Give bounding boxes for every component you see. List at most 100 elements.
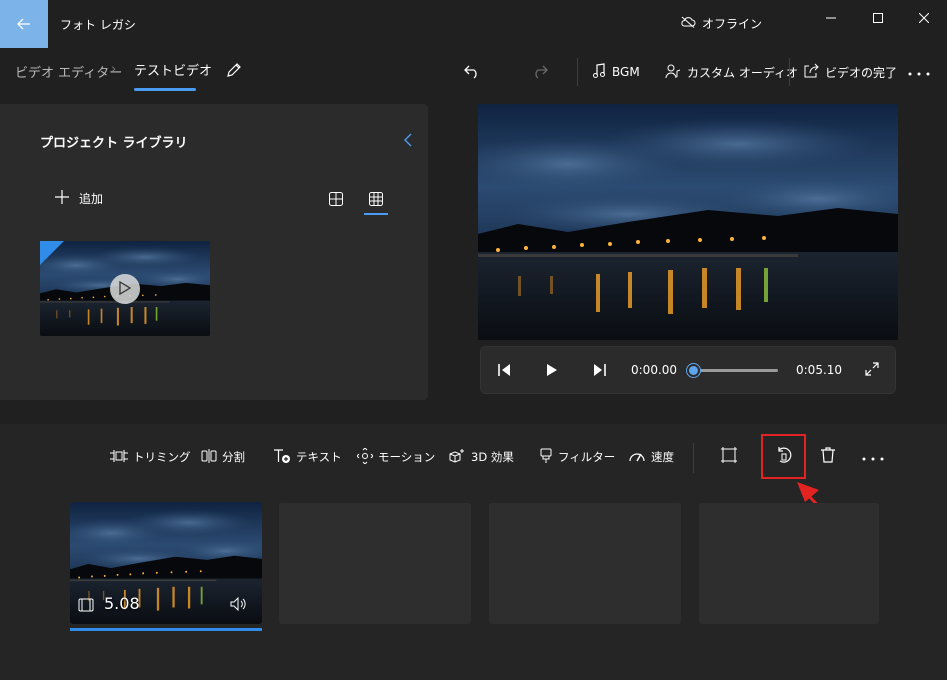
offline-status[interactable]: オフライン bbox=[680, 15, 762, 32]
custom-audio-button[interactable]: カスタム オーディオ bbox=[665, 58, 798, 86]
motion-icon bbox=[356, 447, 374, 467]
expand-icon bbox=[865, 361, 879, 380]
offline-label: オフライン bbox=[702, 17, 763, 31]
redo-icon bbox=[531, 63, 549, 82]
video-preview-image bbox=[478, 104, 898, 340]
maximize-icon bbox=[873, 8, 883, 27]
3d-effects-label: 3D 効果 bbox=[471, 450, 514, 464]
minimize-button[interactable] bbox=[808, 0, 854, 34]
crop-frame-icon bbox=[720, 446, 738, 467]
seek-thumb[interactable] bbox=[687, 364, 700, 377]
step-back-icon bbox=[497, 362, 511, 381]
delete-button[interactable] bbox=[820, 446, 836, 466]
bgm-button[interactable]: BGM bbox=[592, 58, 640, 86]
view-active-indicator bbox=[364, 213, 388, 215]
trim-label: トリミング bbox=[133, 450, 191, 464]
video-preview[interactable] bbox=[478, 104, 898, 340]
finish-video-button[interactable]: ビデオの完了 bbox=[803, 58, 897, 86]
play-icon bbox=[546, 362, 558, 381]
empty-storyboard-slot[interactable] bbox=[489, 503, 681, 624]
seek-bar[interactable] bbox=[694, 369, 778, 372]
person-audio-icon bbox=[665, 63, 681, 82]
speed-label: 速度 bbox=[651, 450, 674, 464]
previous-frame-button[interactable] bbox=[494, 361, 514, 381]
share-export-icon bbox=[803, 63, 819, 82]
split-button[interactable]: 分割 bbox=[201, 447, 245, 467]
breadcrumb-active-indicator bbox=[134, 88, 196, 91]
split-label: 分割 bbox=[222, 450, 245, 464]
empty-storyboard-slot[interactable] bbox=[279, 503, 471, 624]
title-bar bbox=[0, 0, 947, 48]
rename-button[interactable] bbox=[222, 60, 246, 84]
large-grid-view-button[interactable] bbox=[325, 190, 347, 210]
collapse-library-button[interactable] bbox=[398, 130, 418, 152]
toolbar-divider bbox=[693, 443, 694, 473]
cloud-offline-icon bbox=[680, 16, 696, 31]
film-strip-icon bbox=[78, 597, 94, 616]
plus-icon bbox=[55, 190, 69, 207]
text-add-icon bbox=[273, 448, 291, 467]
add-media-label: 追加 bbox=[79, 192, 104, 206]
more-dots-icon bbox=[908, 65, 930, 79]
minimize-icon bbox=[826, 8, 836, 27]
breadcrumb-separator: › bbox=[111, 62, 117, 77]
split-icon bbox=[201, 448, 217, 466]
toolbar-divider bbox=[789, 58, 790, 86]
undo-icon bbox=[463, 63, 481, 82]
bgm-label: BGM bbox=[612, 65, 640, 79]
rotate-highlight-box bbox=[761, 434, 806, 479]
storyboard-more-button[interactable] bbox=[862, 447, 884, 467]
motion-button[interactable]: モーション bbox=[356, 447, 436, 467]
in-project-marker bbox=[40, 241, 64, 265]
filter-icon bbox=[539, 448, 553, 467]
redo-button[interactable] bbox=[531, 58, 549, 86]
small-grid-view-button[interactable] bbox=[364, 190, 388, 210]
trim-icon bbox=[110, 449, 128, 466]
project-library-title: プロジェクト ライブラリ bbox=[40, 136, 188, 151]
back-button[interactable] bbox=[0, 0, 48, 48]
filters-button[interactable]: フィルター bbox=[539, 447, 615, 467]
app-title: フォト レガシ bbox=[60, 18, 136, 32]
step-forward-icon bbox=[593, 362, 607, 381]
grid-large-icon bbox=[329, 191, 343, 210]
library-play-button[interactable] bbox=[110, 274, 140, 304]
custom-audio-label: カスタム オーディオ bbox=[687, 65, 798, 80]
close-icon bbox=[918, 8, 930, 27]
more-options-button[interactable] bbox=[908, 58, 930, 86]
music-note-icon bbox=[592, 62, 606, 82]
volume-icon[interactable] bbox=[230, 596, 248, 615]
clip-selected-indicator bbox=[70, 628, 262, 631]
current-time: 0:00.00 bbox=[631, 363, 678, 377]
clip-duration: 5.08 bbox=[104, 594, 140, 613]
undo-button[interactable] bbox=[463, 58, 481, 86]
finish-video-label: ビデオの完了 bbox=[825, 65, 898, 80]
text-label: テキスト bbox=[296, 450, 342, 464]
chevron-left-icon bbox=[404, 132, 412, 151]
trim-button[interactable]: トリミング bbox=[110, 447, 191, 467]
arrow-left-icon bbox=[17, 15, 31, 34]
3d-effects-button[interactable]: 3D 効果 bbox=[448, 447, 514, 467]
play-icon bbox=[119, 280, 132, 299]
empty-storyboard-slot[interactable] bbox=[699, 503, 879, 624]
add-media-button[interactable]: 追加 bbox=[55, 190, 103, 207]
speed-button[interactable]: 速度 bbox=[628, 447, 674, 467]
toolbar-divider bbox=[577, 58, 578, 86]
grid-small-icon bbox=[369, 191, 383, 210]
motion-label: モーション bbox=[378, 450, 436, 464]
close-button[interactable] bbox=[901, 0, 947, 34]
maximize-button[interactable] bbox=[855, 0, 901, 34]
resize-button[interactable] bbox=[720, 446, 738, 466]
play-button[interactable] bbox=[542, 361, 562, 381]
trash-icon bbox=[820, 446, 836, 467]
fullscreen-button[interactable] bbox=[862, 360, 882, 380]
total-time: 0:05.10 bbox=[796, 363, 843, 377]
pencil-icon bbox=[226, 62, 242, 82]
more-dots-icon bbox=[862, 450, 884, 464]
speedometer-icon bbox=[628, 449, 646, 466]
filters-label: フィルター bbox=[558, 450, 616, 464]
breadcrumb-video-editor[interactable]: ビデオ エディター bbox=[15, 62, 122, 81]
text-button[interactable]: テキスト bbox=[273, 447, 342, 467]
cube-sparkle-icon bbox=[448, 448, 466, 467]
breadcrumb-current-project[interactable]: テストビデオ bbox=[134, 60, 212, 79]
next-frame-button[interactable] bbox=[590, 361, 610, 381]
